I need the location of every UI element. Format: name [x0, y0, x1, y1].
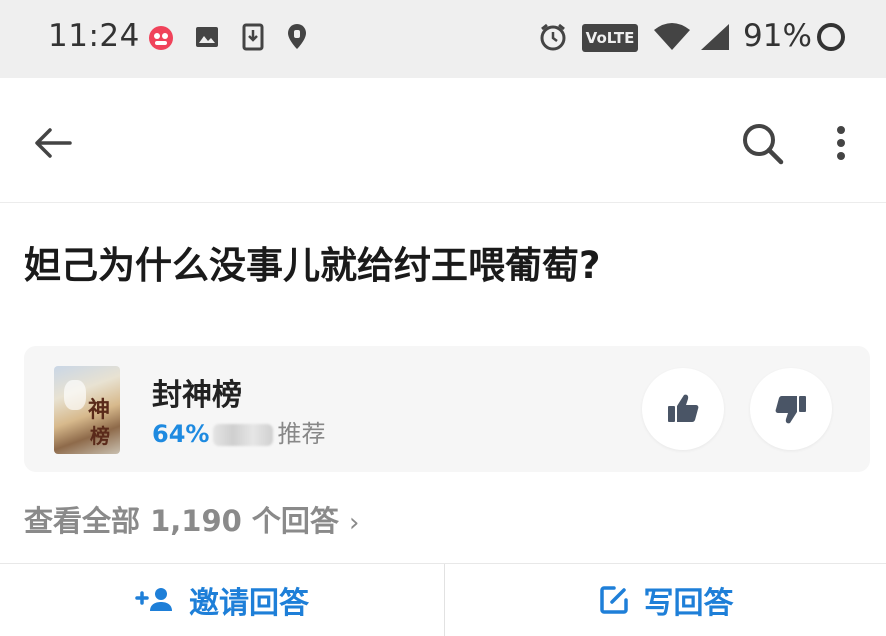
more-vertical-icon	[837, 126, 845, 160]
battery-percent: 91%	[743, 18, 812, 54]
recommend-line: 64% 推荐	[152, 414, 325, 449]
location-icon	[280, 20, 314, 54]
add-person-icon	[135, 588, 172, 611]
status-bar: 11:24 VoLTE 91%	[0, 0, 886, 78]
more-button[interactable]	[826, 118, 856, 168]
download-icon	[236, 20, 270, 54]
blurred-text	[213, 424, 274, 446]
wifi-icon	[652, 20, 692, 54]
invite-answer-label: 邀请回答	[189, 586, 309, 621]
view-all-answers-link[interactable]: 查看全部 1,190 个回答 ›	[24, 498, 359, 540]
recommend-percent: 64%	[152, 420, 210, 448]
volte-icon: VoLTE	[582, 24, 638, 52]
battery-icon	[814, 20, 848, 54]
chevron-right-icon: ›	[348, 508, 360, 538]
signal-icon	[698, 20, 732, 54]
search-button[interactable]	[735, 116, 791, 172]
image-icon	[190, 20, 224, 54]
status-time: 11:24	[48, 18, 140, 54]
thumbs-down-button[interactable]	[750, 368, 832, 450]
topic-name[interactable]: 封神榜	[152, 370, 242, 414]
thumbs-up-icon	[668, 394, 699, 422]
edit-icon	[599, 586, 628, 614]
alarm-icon	[536, 20, 570, 54]
invite-answer-button[interactable]: 邀请回答	[0, 564, 444, 636]
write-answer-label: 写回答	[643, 586, 734, 621]
search-icon	[743, 124, 784, 165]
thumbs-up-button[interactable]	[642, 368, 724, 450]
cover-title-char: 榜	[90, 424, 110, 448]
topic-cover-image: 神 榜	[54, 366, 120, 454]
write-answer-button[interactable]: 写回答	[445, 564, 886, 636]
app-bar	[0, 78, 886, 203]
view-all-answers-label: 查看全部 1,190 个回答	[24, 504, 339, 538]
recommend-label: 推荐	[277, 420, 326, 448]
back-button[interactable]	[28, 118, 78, 168]
app-notification-icon	[144, 20, 178, 54]
thumbs-down-icon	[775, 396, 806, 424]
back-arrow-icon	[35, 128, 72, 158]
cover-figure	[64, 380, 86, 410]
topic-card[interactable]: 神 榜 封神榜 64% 推荐	[24, 346, 870, 472]
bottom-action-bar: 邀请回答 写回答	[0, 563, 886, 636]
question-title[interactable]: 妲己为什么没事儿就给纣王喂葡萄?	[24, 235, 600, 289]
